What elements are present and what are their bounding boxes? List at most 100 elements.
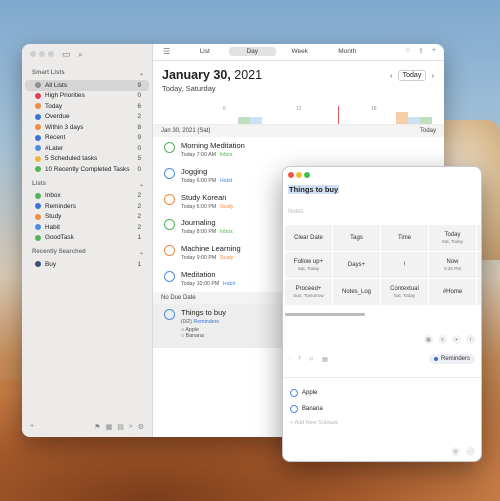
task-complete-checkbox[interactable]	[164, 270, 175, 282]
task-detail-window: Things to buy Notes Clear Date Tags Time To…	[282, 166, 482, 462]
tab-week[interactable]: Week	[276, 47, 324, 56]
chevron-down-icon[interactable]: ⌄	[139, 249, 144, 256]
quick-action-button[interactable]: Contextual Sat, Today	[381, 279, 428, 305]
subtask-item[interactable]: Apple	[290, 389, 317, 397]
horizontal-scrollbar[interactable]	[285, 313, 365, 316]
task-time: Today 7:00 AM	[181, 152, 217, 158]
sidebar-item[interactable]: 5 Scheduled tasks 5	[25, 154, 149, 165]
calendar-icon[interactable]: ▦	[106, 423, 113, 431]
settings-icon[interactable]: ⚙	[138, 423, 144, 431]
task-title-field[interactable]: Things to buy	[288, 185, 340, 194]
dot-icon[interactable]: ·	[289, 356, 291, 362]
location-icon[interactable]: ⌖	[452, 335, 461, 344]
sidebar-item[interactable]: Study 2	[25, 212, 149, 223]
toolbar-right: ○ ⇪ +	[406, 47, 436, 55]
task-list-name: Inbox	[219, 229, 233, 236]
tab-list[interactable]: List	[181, 47, 229, 56]
subtask-preview-item: Banana	[185, 332, 204, 339]
sidebar-item[interactable]: 10 Recently Completed Tasks 0	[25, 164, 149, 175]
task-complete-checkbox[interactable]	[164, 219, 175, 231]
close-button[interactable]	[288, 172, 294, 178]
sidebar-item-label: Today	[45, 102, 63, 110]
flag-icon[interactable]: ⚐	[309, 356, 314, 363]
task-complete-checkbox[interactable]	[164, 245, 175, 257]
forward-icon[interactable]: »	[129, 423, 133, 431]
filter-icon[interactable]: ⚑	[94, 423, 100, 431]
sidebar-titlebar: ▭ ⌕	[22, 44, 152, 64]
quick-action-button[interactable]: !	[381, 252, 428, 278]
add-list-icon[interactable]: +	[30, 423, 34, 431]
subtask-checkbox[interactable]	[290, 389, 298, 397]
sidebar-item[interactable]: Inbox 2	[25, 191, 149, 202]
prev-day-icon[interactable]: ‹	[390, 71, 393, 80]
tab-day[interactable]: Day	[228, 47, 276, 56]
zoom-button[interactable]	[48, 51, 54, 57]
quick-action-button[interactable]: Today Sat, Today	[429, 225, 476, 251]
task-row[interactable]: Morning Meditation Today 7:00 AM Inbox	[153, 137, 444, 163]
sidebar-item[interactable]: Today 6	[25, 101, 149, 112]
day-timeline[interactable]: 6 12 18	[153, 106, 444, 125]
subtask-checkbox[interactable]	[290, 405, 298, 413]
quick-action-button[interactable]: Days+	[333, 252, 380, 278]
today-button[interactable]: Today	[397, 70, 427, 81]
task-list-name: Habit	[222, 280, 236, 287]
close-button[interactable]	[30, 51, 36, 57]
subtask-item[interactable]: Banana	[290, 405, 323, 413]
quick-action-button[interactable]: #Home	[429, 279, 476, 305]
grid-icon[interactable]: ▤	[117, 423, 124, 431]
sidebar-item[interactable]: Within 3 days 8	[25, 122, 149, 133]
task-complete-checkbox[interactable]	[164, 167, 175, 179]
share-icon[interactable]: ⇪	[418, 47, 424, 55]
sidebar-item[interactable]: Buy 1	[25, 259, 149, 270]
search-icon[interactable]: ⌕	[78, 49, 83, 60]
quick-action-button[interactable]: Proceed+ Sun, Tomorrow	[285, 279, 332, 305]
attachment-icon[interactable]: ⌇	[466, 335, 475, 344]
sidebar-item[interactable]: Reminders 2	[25, 201, 149, 212]
recent-header[interactable]: Recently Searched ⌄	[22, 243, 152, 259]
sidebar-item[interactable]: High Priorities 0	[25, 91, 149, 102]
tab-month[interactable]: Month	[324, 47, 372, 56]
priority-icon[interactable]: !	[299, 356, 301, 362]
minimize-button[interactable]	[39, 51, 45, 57]
minimize-button[interactable]	[296, 172, 302, 178]
sidebar-toggle-icon[interactable]: ▭	[62, 49, 71, 60]
sidebar-item[interactable]: Overdue 2	[25, 112, 149, 123]
sidebar-item-count: 9	[137, 81, 141, 89]
lists-header[interactable]: Lists ⌄	[22, 175, 152, 191]
sidebar-item[interactable]: Recent 9	[25, 133, 149, 144]
chevron-down-icon[interactable]: ⌄	[139, 181, 144, 188]
quick-action-button[interactable]: Now 5:26 PM	[429, 252, 476, 278]
next-day-icon[interactable]: ›	[431, 71, 434, 80]
sidebar-item[interactable]: GoodTask 1	[25, 233, 149, 244]
circle-icon[interactable]: ○	[406, 47, 410, 55]
list-icon[interactable]: ≡	[438, 335, 447, 344]
quick-action-button[interactable]: Notes_Log	[333, 279, 380, 305]
notes-field[interactable]: Notes	[288, 209, 304, 215]
add-task-icon[interactable]: +	[432, 47, 436, 55]
sidebar-item[interactable]: #Later 0	[25, 143, 149, 154]
chevron-down-icon[interactable]: ⌄	[139, 70, 144, 77]
list-selector-label: Reminders	[440, 356, 470, 362]
more-icon[interactable]: ⋯	[466, 447, 475, 456]
list-selector[interactable]: Reminders	[428, 354, 475, 364]
task-list-name: Study	[219, 203, 234, 210]
pin-icon[interactable]: ⊙	[451, 447, 460, 456]
task-complete-checkbox[interactable]	[164, 193, 175, 205]
sidebar-item-label: Study	[45, 213, 62, 221]
quick-action-button[interactable]: Clear Date	[285, 225, 332, 251]
zoom-button[interactable]	[304, 172, 310, 178]
calendar-icon[interactable]: ▦	[424, 335, 433, 344]
task-complete-checkbox[interactable]	[164, 308, 175, 320]
menu-icon[interactable]: ☰	[163, 47, 170, 56]
quick-action-button[interactable]: Follow up+ Sat, Today	[285, 252, 332, 278]
sidebar-item[interactable]: Habit 2	[25, 222, 149, 233]
sidebar-item[interactable]: All Lists 9	[25, 80, 149, 91]
quick-action-button[interactable]: Tags	[333, 225, 380, 251]
sidebar-item-count: 0	[137, 165, 141, 173]
add-subtask-input[interactable]: + Add New Subtask	[290, 420, 338, 426]
smart-lists: All Lists 9 High Priorities 0 Today 6 Overdue 2…	[22, 80, 152, 175]
calendar-small-icon[interactable]: ▤	[322, 356, 328, 363]
smart-lists-header[interactable]: Smart Lists ⌄	[22, 64, 152, 80]
task-complete-checkbox[interactable]	[164, 142, 175, 153]
quick-action-button[interactable]: Time	[381, 225, 428, 251]
